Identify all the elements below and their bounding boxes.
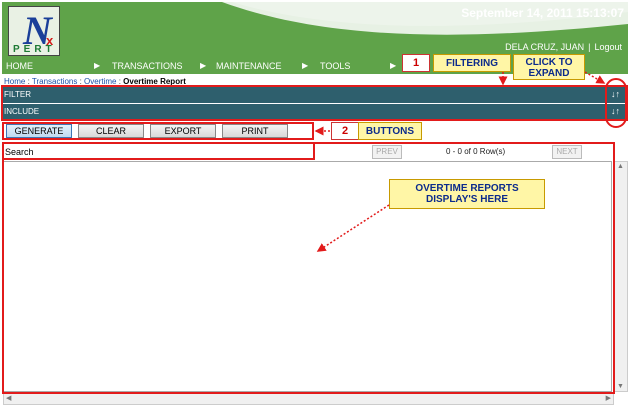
nav-tools[interactable]: TOOLS (320, 61, 350, 71)
expand-highlight-ellipse (605, 78, 627, 128)
user-separator: | (588, 42, 591, 52)
nav-maintenance[interactable]: MAINTENANCE (216, 61, 282, 71)
vertical-scrollbar[interactable]: ▲ ▼ (614, 161, 628, 392)
scroll-left-icon[interactable]: ◀ (6, 394, 11, 402)
buttons-highlight-box (2, 122, 314, 140)
filtering-number: 1 (402, 54, 430, 72)
nav-arrow-icon: ▶ (302, 61, 309, 70)
nav-home[interactable]: HOME (6, 61, 33, 71)
current-date-time: September 14, 2011 15:13:07 (461, 6, 624, 20)
logo-text: PERT (13, 44, 56, 55)
nav-arrow-icon: ▶ (200, 61, 207, 70)
scroll-down-icon[interactable]: ▼ (617, 383, 624, 390)
nav-arrow-icon: ▶ (94, 61, 101, 70)
logout-link[interactable]: Logout (594, 42, 622, 52)
filtering-callout: FILTERING (433, 54, 511, 72)
buttons-callout: BUTTONS (358, 122, 422, 140)
nav-transactions[interactable]: TRANSACTIONS (112, 61, 183, 71)
nav-arrow-icon: ▶ (390, 61, 397, 70)
user-name: DELA CRUZ, JUAN (505, 42, 585, 52)
scroll-right-icon[interactable]: ▶ (606, 394, 611, 402)
filtering-highlight-box (1, 85, 628, 121)
scroll-up-icon[interactable]: ▲ (617, 163, 624, 170)
click-expand-callout: CLICK TO EXPAND (513, 54, 585, 80)
horizontal-scrollbar[interactable]: ◀ ▶ (3, 393, 614, 405)
reports-display-callout: OVERTIME REPORTS DISPLAY'S HERE (389, 179, 545, 209)
buttons-number: 2 (331, 122, 359, 140)
user-bar: DELA CRUZ, JUAN | Logout (505, 42, 622, 52)
app-logo[interactable]: N x PERT (8, 6, 60, 56)
